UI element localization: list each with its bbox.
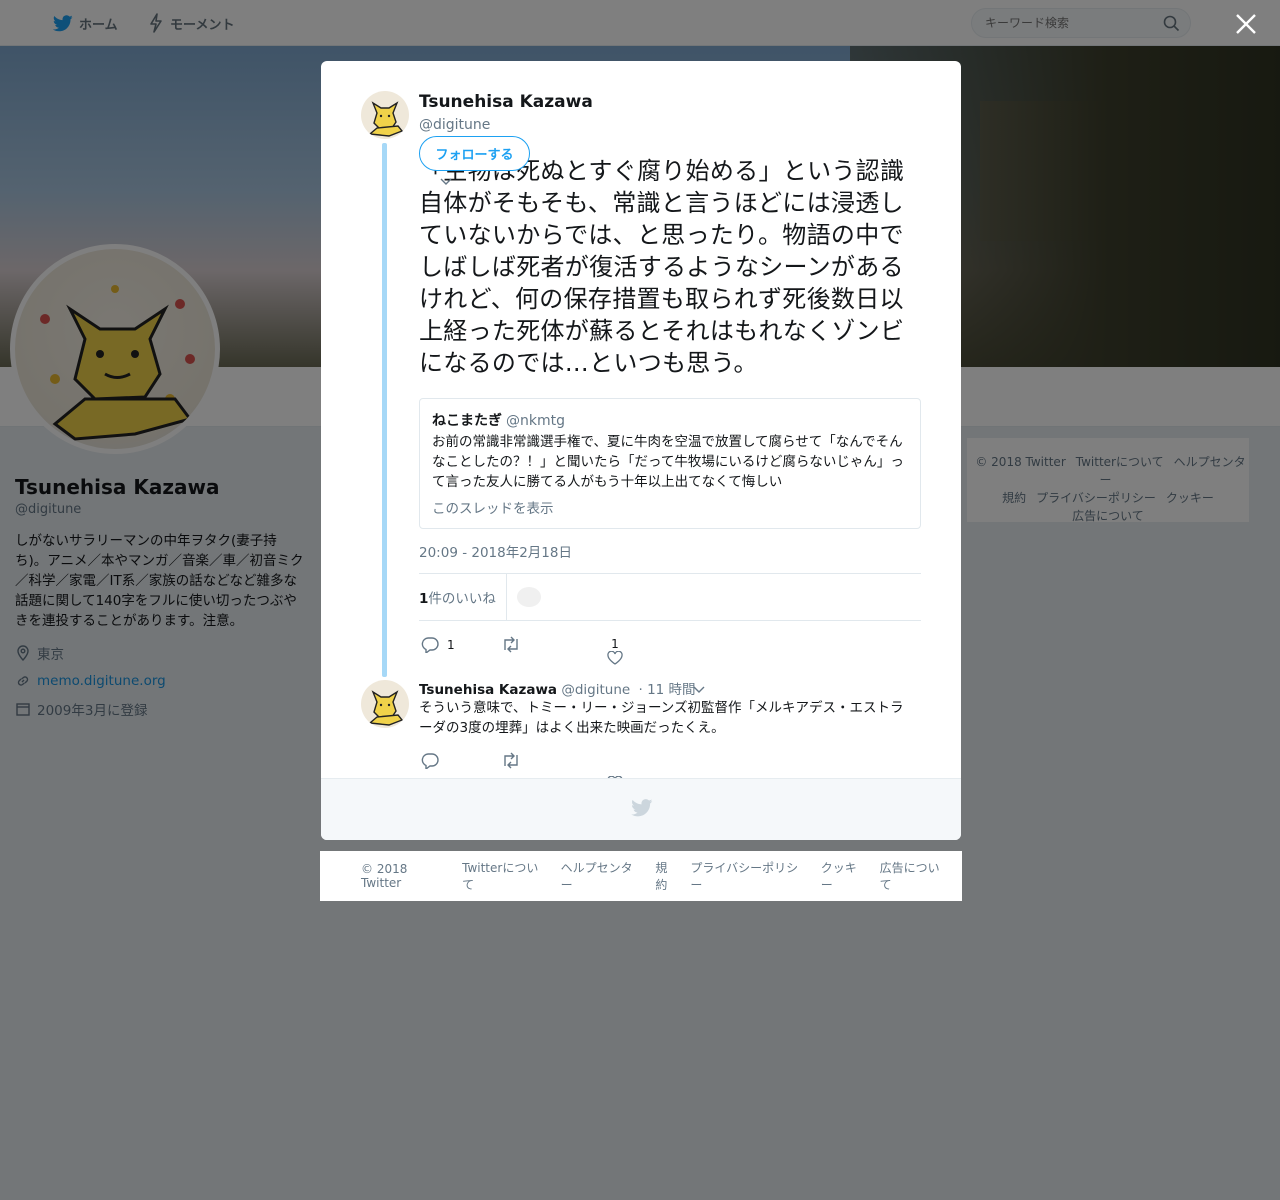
reply-text: そういう意味で、トミー・リー・ジョーンズ初監督作「メルキアデス・エストラーダの3…: [419, 700, 904, 736]
bottom-footer-help[interactable]: ヘルプセンター: [561, 859, 645, 893]
liker-avatar[interactable]: [516, 587, 541, 607]
tweet-timestamp[interactable]: 20:09 - 2018年2月18日: [419, 541, 572, 561]
likes-count: 1: [419, 591, 429, 607]
thread-line: [382, 143, 387, 677]
like-count: 1: [611, 637, 619, 651]
reply-retweet-action[interactable]: [501, 752, 521, 769]
tweet-author-handle[interactable]: @digitune: [419, 117, 490, 133]
tweet-text: 「生物は死ぬとすぐ腐り始める」という認識自体がそもそも、常識と言うほどには浸透し…: [419, 157, 905, 377]
retweet-action[interactable]: [501, 636, 521, 653]
quoted-tweet[interactable]: ねこまたぎ @nkmtg お前の常識非常識選手権で、夏に牛肉を空温で放置して腐らせ…: [419, 398, 921, 529]
reply-icon: [421, 753, 439, 769]
bottom-footer-terms[interactable]: 規約: [655, 859, 679, 893]
reply-header: Tsunehisa Kazawa @digitune · 11 時間: [419, 678, 696, 698]
modal-footer: [321, 778, 961, 840]
bottom-footer-privacy[interactable]: プライバシーポリシー: [690, 859, 809, 893]
follow-button[interactable]: フォローする: [419, 136, 530, 171]
tweet-stats: 1件のいいね: [419, 573, 921, 621]
reply-author-handle[interactable]: @digitune: [561, 682, 630, 698]
likes-label: 件のいいね: [428, 591, 496, 607]
like-action[interactable]: 1: [607, 637, 623, 665]
likes-stat[interactable]: 1件のいいね: [419, 587, 496, 607]
reply-author-name[interactable]: Tsunehisa Kazawa: [419, 682, 557, 698]
reply-author-avatar[interactable]: [361, 680, 409, 728]
stats-divider: [505, 574, 507, 620]
modal-bottom-footer: © 2018 Twitter Twitterについて ヘルプセンター 規約 プラ…: [320, 851, 962, 901]
chevron-down-icon[interactable]: [692, 685, 706, 695]
bottom-footer-copyright: © 2018 Twitter: [361, 862, 408, 890]
bottom-footer-ads[interactable]: 広告について: [880, 859, 951, 893]
reply-count: 1: [447, 637, 455, 652]
tweet-modal: Tsunehisa Kazawa @digitune 「生物は死ぬとすぐ腐り始め…: [321, 61, 961, 840]
reply-time[interactable]: · 11 時間: [639, 682, 696, 698]
retweet-icon: [504, 636, 518, 653]
quoted-author-name: ねこまたぎ: [432, 413, 502, 429]
show-thread-link[interactable]: このスレッドを表示: [432, 497, 908, 517]
quoted-author-handle: @nkmtg: [506, 413, 565, 429]
avatar-illustration: [368, 690, 404, 726]
close-icon[interactable]: [1233, 11, 1259, 37]
reply-action[interactable]: 1: [421, 636, 455, 653]
bottom-footer-about[interactable]: Twitterについて: [462, 859, 550, 893]
twitter-bird-icon: [631, 799, 653, 817]
tweet-author-name[interactable]: Tsunehisa Kazawa: [419, 92, 593, 112]
tweet-author-avatar[interactable]: [361, 91, 409, 139]
avatar-illustration: [368, 101, 404, 137]
reply-reply-action[interactable]: [421, 752, 439, 769]
bottom-footer-cookies[interactable]: クッキー: [821, 859, 869, 893]
retweet-icon: [504, 752, 518, 769]
heart-icon: [607, 651, 623, 665]
quoted-text: お前の常識非常識選手権で、夏に牛肉を空温で放置して腐らせて「なんでそんなことした…: [432, 434, 904, 490]
chevron-down-icon[interactable]: [439, 177, 453, 187]
reply-icon: [421, 637, 439, 653]
